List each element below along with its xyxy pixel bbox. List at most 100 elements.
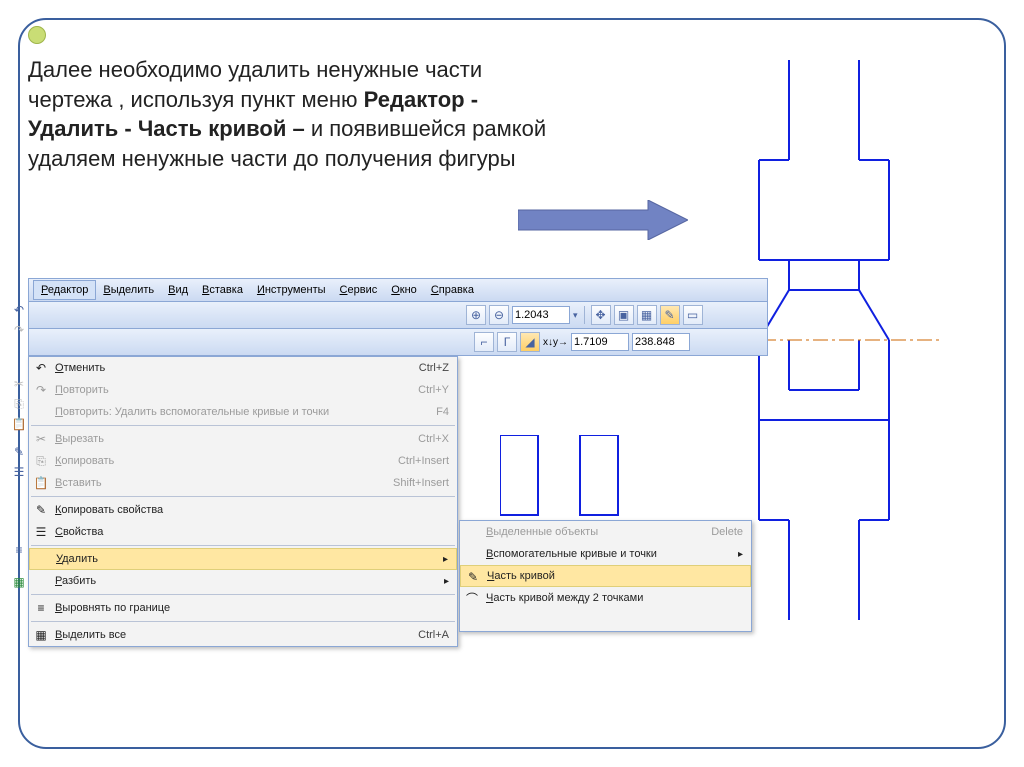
menu-item[interactable]: ≡Выровнять по границе: [29, 597, 457, 619]
y-coord-input[interactable]: 1.7109: [571, 333, 629, 351]
menu-item-label: Свойства: [55, 526, 103, 538]
curve2-icon: ⌒: [464, 590, 480, 606]
menu-item-label: Разбить: [55, 575, 96, 587]
select-all-icon: ▦: [33, 627, 49, 643]
left-icon-2[interactable]: ↷: [11, 322, 27, 338]
zoom-out-icon[interactable]: ⊖: [489, 305, 509, 325]
submenu-arrow-icon: ▸: [738, 549, 743, 560]
fit-icon[interactable]: ▣: [614, 305, 634, 325]
instruction-text: Далее необходимо удалить ненужные части …: [28, 55, 568, 174]
submenu-item[interactable]: ⌒ Часть кривой между 2 точками: [460, 587, 751, 609]
snap1-icon[interactable]: ⌐: [474, 332, 494, 352]
menu-item: ⎘ Копировать Ctrl+Insert: [29, 450, 457, 472]
menu-item[interactable]: Разбить ▸: [29, 570, 457, 592]
menu-separator: [31, 621, 455, 622]
cut-icon: ✂: [33, 431, 49, 447]
snap3-icon[interactable]: ◢: [520, 332, 540, 352]
menu-shortcut: Ctrl+Y: [418, 384, 449, 396]
editor-dropdown-menu: ↶ Отменить Ctrl+Z ↷ Повторить Ctrl+Y Повторить…: [28, 356, 458, 647]
submenu-arrow-icon: ▸: [444, 576, 449, 587]
brush-icon-left[interactable]: ✎: [11, 444, 27, 460]
menu-item[interactable]: ☰ Свойства: [29, 521, 457, 543]
menu-separator: [31, 545, 455, 546]
menu-item-окно[interactable]: Окно: [384, 281, 424, 299]
menu-item-label: Выделить все: [55, 629, 126, 641]
copy-icon-left[interactable]: ⎘: [11, 396, 27, 412]
menu-shortcut: Ctrl+Z: [419, 362, 449, 374]
menu-item-label: Вставить: [55, 477, 102, 489]
toolbar-row: ⊕ ⊖ 1.2043 ▾ ✥ ▣ ▦ ✎ ▭: [28, 302, 768, 329]
menu-item-label: Удалить: [56, 553, 98, 565]
menu-item-вид[interactable]: Вид: [161, 281, 195, 299]
menu-separator: [31, 594, 455, 595]
menu-item-label: Копировать свойства: [55, 504, 163, 516]
menu-item-сервис[interactable]: Сервис: [333, 281, 385, 299]
paste-icon-left[interactable]: 📋: [11, 416, 27, 432]
toolbar-row-2: ⌐ Γ ◢ x↓y→ 1.7109 238.848: [28, 329, 768, 356]
props-icon-left[interactable]: ☰: [11, 464, 27, 480]
menu-item-вставка[interactable]: Вставка: [195, 281, 250, 299]
submenu-item-label: Часть кривой: [487, 570, 555, 582]
submenu-item[interactable]: [460, 609, 751, 631]
submenu-item-label: Вспомогательные кривые и точки: [486, 548, 657, 560]
properties-icon: ☰: [33, 524, 49, 540]
menu-item[interactable]: ✎ Копировать свойства: [29, 499, 457, 521]
menu-item-выделить[interactable]: Выделить: [96, 281, 161, 299]
menu-item-label: Выровнять по границе: [55, 602, 170, 614]
grid-icon[interactable]: ▦: [637, 305, 657, 325]
menu-item: Повторить: Удалить вспомогательные кривы…: [29, 401, 457, 423]
menu-shortcut: Shift+Insert: [393, 477, 449, 489]
block-arrow: [518, 200, 688, 240]
menu-item[interactable]: ↶ Отменить Ctrl+Z: [29, 357, 457, 379]
undo-icon: ↶: [33, 360, 49, 376]
menu-shortcut: F4: [436, 406, 449, 418]
select-icon-left[interactable]: ▦: [11, 574, 27, 590]
curve-icon: ✎: [465, 569, 481, 585]
zoom-in-icon[interactable]: ⊕: [466, 305, 486, 325]
zoom-input[interactable]: 1.2043: [512, 306, 570, 324]
delete-submenu: Выделенные объекты Delete Вспомогательные …: [459, 520, 752, 632]
menu-item: ✂ Вырезать Ctrl+X: [29, 428, 457, 450]
submenu-item-label: Часть кривой между 2 точками: [486, 592, 643, 604]
bullet-accent: [28, 26, 46, 44]
menu-item-инструменты[interactable]: Инструменты: [250, 281, 333, 299]
menu-shortcut: Ctrl+A: [418, 629, 449, 641]
menu-item: 📋 Вставить Shift+Insert: [29, 472, 457, 494]
menu-shortcut: Ctrl+X: [418, 433, 449, 445]
menu-item[interactable]: Удалить▸: [29, 548, 457, 570]
paste-icon: 📋: [33, 475, 49, 491]
x-coord-input[interactable]: 238.848: [632, 333, 690, 351]
menu-item-label: Отменить: [55, 362, 105, 374]
menu-item-редактор[interactable]: Редактор: [33, 280, 96, 300]
submenu-item[interactable]: ✎ Часть кривой: [460, 565, 751, 587]
menu-item-справка[interactable]: Справка: [424, 281, 481, 299]
menu-item[interactable]: ▦ Выделить все Ctrl+A: [29, 624, 457, 646]
submenu-item[interactable]: Вспомогательные кривые и точки ▸: [460, 543, 751, 565]
menu-item-label: Повторить: [55, 384, 109, 396]
snap2-icon[interactable]: Γ: [497, 332, 517, 352]
scissors-icon[interactable]: ✂: [11, 376, 27, 392]
page-icon[interactable]: ▭: [683, 305, 703, 325]
submenu-item: Выделенные объекты Delete: [460, 521, 751, 543]
submenu-item-label: [486, 614, 489, 626]
toolbar-divider: [584, 306, 585, 324]
menu-item-label: Копировать: [55, 455, 114, 467]
redo-icon: ↷: [33, 382, 49, 398]
menu-item-label: Повторить: Удалить вспомогательные кривы…: [55, 406, 329, 418]
align-icon-left[interactable]: ≡: [11, 542, 27, 558]
pan-icon[interactable]: ✥: [591, 305, 611, 325]
menu-bar: РедакторВыделитьВидВставкаИнструментыСер…: [28, 278, 768, 302]
menu-separator: [31, 425, 455, 426]
wand-icon[interactable]: ✎: [660, 305, 680, 325]
submenu-item-label: Выделенные объекты: [486, 526, 598, 538]
menu-shortcut: Delete: [711, 526, 743, 538]
xy-label: x↓y→: [543, 337, 568, 348]
menu-separator: [31, 496, 455, 497]
dropdown-arrow-icon[interactable]: ▾: [573, 310, 578, 321]
copy-icon: ⎘: [33, 453, 49, 469]
menu-shortcut: Ctrl+Insert: [398, 455, 449, 467]
menu-item-label: Вырезать: [55, 433, 104, 445]
brush-icon: ✎: [33, 502, 49, 518]
left-icon-1[interactable]: ↶: [11, 302, 27, 318]
left-icon-strip: ↶ ↷ ✂ ⎘ 📋 ✎ ☰ ≡ ▦: [11, 276, 35, 590]
